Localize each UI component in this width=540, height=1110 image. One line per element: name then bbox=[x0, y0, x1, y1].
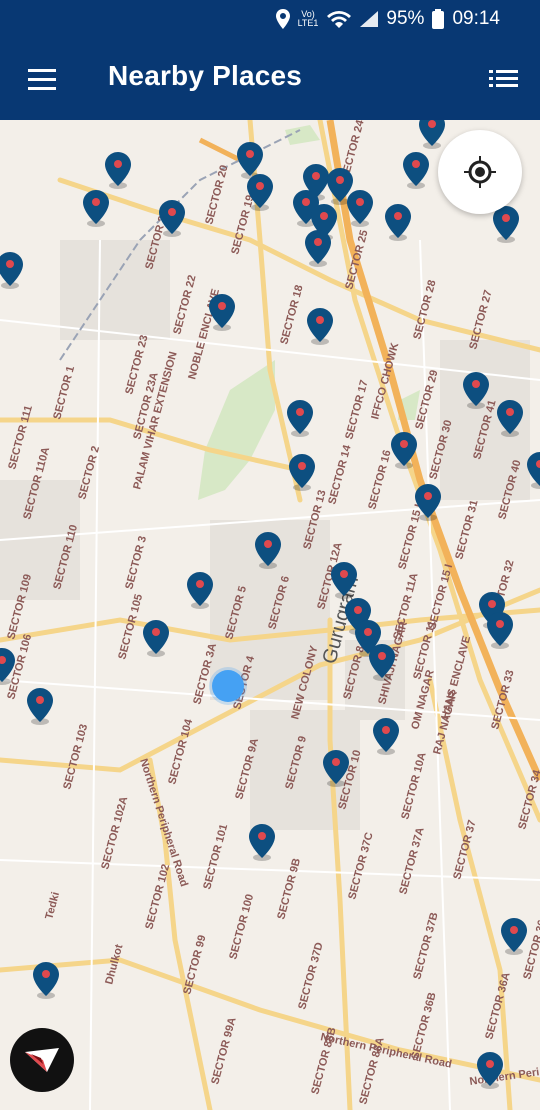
status-bar: Vo) LTE1 95% 09:14 bbox=[0, 0, 540, 38]
map-pin-icon[interactable] bbox=[501, 918, 527, 956]
map-pin-icon[interactable] bbox=[289, 454, 315, 492]
map-pin-icon[interactable] bbox=[477, 1052, 503, 1090]
svg-text:SECTOR 99A: SECTOR 99A bbox=[209, 1016, 238, 1086]
map-pin-icon[interactable] bbox=[0, 648, 15, 686]
map-pin-icon[interactable] bbox=[27, 688, 53, 726]
svg-text:SECTOR 31: SECTOR 31 bbox=[453, 499, 480, 561]
map-base: SECTOR 24 SECTOR 20 SECTOR 21 SECTOR 19 … bbox=[0, 120, 540, 1110]
map-pin-icon[interactable] bbox=[391, 432, 417, 470]
signal-icon bbox=[360, 11, 379, 27]
map-pin-icon[interactable] bbox=[33, 962, 59, 1000]
svg-text:SECTOR 99: SECTOR 99 bbox=[181, 934, 208, 996]
battery-icon bbox=[432, 9, 445, 29]
svg-text:SECTOR 102A: SECTOR 102A bbox=[99, 795, 130, 871]
map-pin-icon[interactable] bbox=[143, 620, 169, 658]
svg-text:SECTOR 36A: SECTOR 36A bbox=[483, 971, 512, 1041]
map-pin-icon[interactable] bbox=[487, 612, 513, 650]
svg-text:SECTOR 101: SECTOR 101 bbox=[201, 823, 230, 891]
wifi-icon bbox=[326, 10, 352, 28]
list-icon[interactable] bbox=[486, 62, 522, 96]
map-pin-icon[interactable] bbox=[247, 174, 273, 212]
app-bar: Nearby Places bbox=[0, 38, 540, 120]
map-pin-icon[interactable] bbox=[347, 190, 373, 228]
map-pin-icon[interactable] bbox=[369, 644, 395, 682]
svg-text:SECTOR 103: SECTOR 103 bbox=[61, 723, 90, 791]
svg-text:SECTOR 18: SECTOR 18 bbox=[278, 284, 305, 346]
compass-icon[interactable] bbox=[10, 1028, 74, 1092]
green-area bbox=[198, 360, 275, 500]
map-pin-icon[interactable] bbox=[307, 308, 333, 346]
hamburger-menu-icon[interactable] bbox=[22, 65, 62, 95]
svg-text:SECTOR 1: SECTOR 1 bbox=[51, 365, 77, 421]
map-pin-icon[interactable] bbox=[287, 400, 313, 438]
map-pin-icon[interactable] bbox=[403, 152, 429, 190]
svg-text:SECTOR 28: SECTOR 28 bbox=[411, 279, 438, 341]
svg-text:Tedki: Tedki bbox=[43, 891, 62, 921]
svg-text:Dhulkot: Dhulkot bbox=[103, 943, 125, 986]
map-view[interactable]: SECTOR 24 SECTOR 20 SECTOR 21 SECTOR 19 … bbox=[0, 120, 540, 1110]
map-pin-icon[interactable] bbox=[255, 532, 281, 570]
svg-text:SECTOR 105: SECTOR 105 bbox=[116, 593, 145, 661]
svg-text:SECTOR 10A: SECTOR 10A bbox=[399, 751, 428, 821]
map-pin-icon[interactable] bbox=[209, 294, 235, 332]
svg-text:SECTOR 9B: SECTOR 9B bbox=[275, 857, 303, 921]
map-pin-icon[interactable] bbox=[187, 572, 213, 610]
map-pin-icon[interactable] bbox=[373, 718, 399, 756]
map-pin-icon[interactable] bbox=[419, 120, 445, 150]
location-icon bbox=[275, 9, 290, 29]
clock: 09:14 bbox=[452, 8, 500, 29]
svg-text:SECTOR 111: SECTOR 111 bbox=[6, 404, 35, 471]
map-pin-icon[interactable] bbox=[249, 824, 275, 862]
user-location-dot bbox=[212, 670, 244, 702]
map-pin-icon[interactable] bbox=[159, 200, 185, 238]
map-pin-icon[interactable] bbox=[83, 190, 109, 228]
svg-text:SECTOR 37C: SECTOR 37C bbox=[346, 831, 375, 901]
map-pin-icon[interactable] bbox=[105, 152, 131, 190]
map-pin-icon[interactable] bbox=[305, 230, 331, 268]
my-location-icon[interactable] bbox=[438, 130, 522, 214]
svg-text:SECTOR 37A: SECTOR 37A bbox=[397, 826, 426, 896]
svg-text:SECTOR 3: SECTOR 3 bbox=[123, 535, 149, 591]
expressway bbox=[198, 137, 242, 163]
svg-text:SECTOR 14: SECTOR 14 bbox=[326, 443, 354, 506]
volte-lte-label: Vo) LTE1 bbox=[298, 10, 319, 28]
lte-text: LTE1 bbox=[297, 18, 319, 28]
svg-text:SECTOR 22: SECTOR 22 bbox=[171, 274, 198, 336]
map-pin-icon[interactable] bbox=[385, 204, 411, 242]
svg-text:SECTOR 37D: SECTOR 37D bbox=[296, 941, 325, 1011]
svg-text:SECTOR 100: SECTOR 100 bbox=[227, 893, 256, 961]
svg-text:SECTOR 17: SECTOR 17 bbox=[343, 379, 370, 441]
svg-text:SECTOR 102: SECTOR 102 bbox=[143, 863, 172, 931]
svg-text:SECTOR 37B: SECTOR 37B bbox=[411, 911, 440, 981]
battery-percent: 95% bbox=[386, 8, 425, 29]
svg-text:SECTOR 20: SECTOR 20 bbox=[203, 164, 230, 226]
map-pin-icon[interactable] bbox=[323, 750, 349, 788]
svg-text:SECTOR 104: SECTOR 104 bbox=[166, 717, 195, 786]
map-pin-icon[interactable] bbox=[497, 400, 523, 438]
page-title: Nearby Places bbox=[108, 60, 303, 91]
svg-text:SECTOR 16: SECTOR 16 bbox=[366, 449, 393, 511]
map-pin-icon[interactable] bbox=[331, 562, 357, 600]
map-pin-icon[interactable] bbox=[527, 452, 540, 490]
map-pin-icon[interactable] bbox=[415, 484, 441, 522]
svg-text:Northern Peripheral Road: Northern Peripheral Road bbox=[319, 1031, 452, 1071]
map-pin-icon[interactable] bbox=[463, 372, 489, 410]
map-pin-icon[interactable] bbox=[493, 206, 519, 244]
map-pin-icon[interactable] bbox=[0, 252, 23, 290]
